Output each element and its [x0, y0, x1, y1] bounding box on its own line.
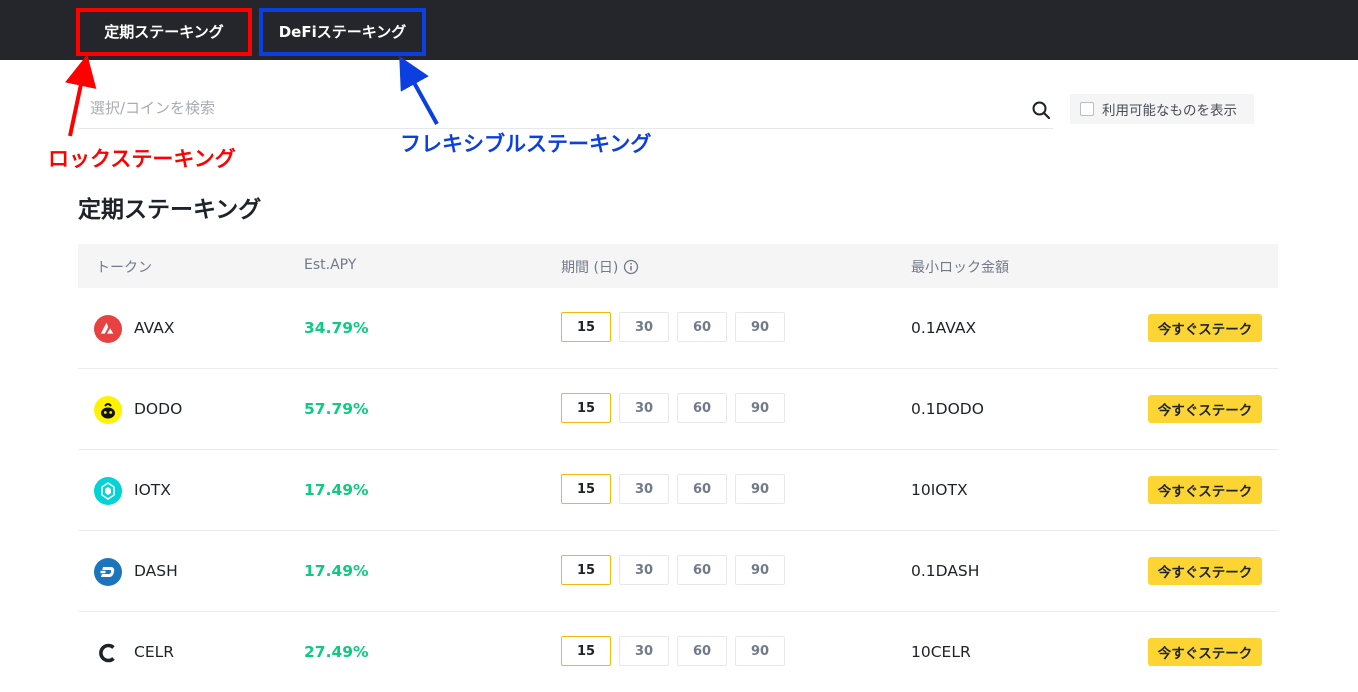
tab-defi-staking[interactable]: DeFiステーキング [259, 8, 426, 56]
coin-name: CELR [134, 643, 175, 661]
duration-option-15[interactable]: 15 [561, 555, 611, 585]
min-lock-amount: 0.1DASH [911, 562, 980, 580]
top-tab-bar: 定期ステーキング DeFiステーキング [0, 0, 1358, 60]
apy-value: 57.79% [304, 400, 369, 418]
annotation-flexible-staking: フレキシブルステーキング [400, 132, 652, 156]
show-available-checkbox[interactable] [1080, 102, 1094, 116]
header-token: トークン [96, 260, 152, 276]
duration-option-30[interactable]: 30 [619, 555, 669, 585]
duration-options: 15 30 60 90 [561, 393, 793, 423]
duration-option-60[interactable]: 60 [677, 474, 727, 504]
duration-option-60[interactable]: 60 [677, 555, 727, 585]
tab-fixed-staking[interactable]: 定期ステーキング [76, 8, 252, 56]
duration-option-90[interactable]: 90 [735, 312, 785, 342]
duration-option-15[interactable]: 15 [561, 636, 611, 666]
duration-options: 15 30 60 90 [561, 474, 793, 504]
dash-icon [94, 558, 122, 586]
duration-option-30[interactable]: 30 [619, 636, 669, 666]
coin-name: AVAX [134, 319, 175, 337]
tab-fixed-staking-label: 定期ステーキング [104, 23, 224, 41]
avax-icon [94, 315, 122, 343]
duration-option-60[interactable]: 60 [677, 312, 727, 342]
duration-option-15[interactable]: 15 [561, 474, 611, 504]
duration-option-15[interactable]: 15 [561, 393, 611, 423]
min-lock-amount: 0.1AVAX [911, 319, 977, 337]
apy-value: 17.49% [304, 481, 369, 499]
celr-icon [99, 643, 115, 663]
table-row: DASH 17.49% 15 30 60 90 0.1DASH 今すぐステーク [78, 531, 1278, 612]
search-bar [78, 90, 1053, 129]
search-icon[interactable] [1031, 100, 1051, 120]
info-icon[interactable] [623, 259, 639, 275]
show-available-label: 利用可能なものを表示 [1102, 103, 1237, 119]
table-row: IOTX 17.49% 15 30 60 90 10IOTX 今すぐステーク [78, 450, 1278, 531]
apy-value: 27.49% [304, 643, 369, 661]
duration-options: 15 30 60 90 [561, 555, 793, 585]
section-title: 定期ステーキング [78, 197, 262, 223]
dodo-icon [94, 396, 122, 424]
coin-name: DODO [134, 400, 183, 418]
duration-option-30[interactable]: 30 [619, 393, 669, 423]
duration-options: 15 30 60 90 [561, 636, 793, 666]
stake-now-button[interactable]: 今すぐステーク [1148, 557, 1262, 585]
staking-table-body: AVAX 34.79% 15 30 60 90 0.1AVAX 今すぐステーク … [78, 288, 1278, 692]
tab-defi-staking-label: DeFiステーキング [278, 23, 407, 41]
duration-option-60[interactable]: 60 [677, 636, 727, 666]
coin-name: IOTX [134, 481, 171, 499]
table-row: AVAX 34.79% 15 30 60 90 0.1AVAX 今すぐステーク [78, 288, 1278, 369]
header-min-lock: 最小ロック金額 [911, 260, 1009, 276]
duration-option-90[interactable]: 90 [735, 393, 785, 423]
stake-now-button[interactable]: 今すぐステーク [1148, 314, 1262, 342]
duration-option-90[interactable]: 90 [735, 555, 785, 585]
min-lock-amount: 10CELR [911, 643, 971, 661]
table-row: CELR 27.49% 15 30 60 90 10CELR 今すぐステーク [78, 612, 1278, 692]
show-available-filter[interactable]: 利用可能なものを表示 [1070, 94, 1254, 124]
duration-option-15[interactable]: 15 [561, 312, 611, 342]
duration-option-30[interactable]: 30 [619, 312, 669, 342]
duration-option-90[interactable]: 90 [735, 474, 785, 504]
duration-option-60[interactable]: 60 [677, 393, 727, 423]
coin-name: DASH [134, 562, 178, 580]
header-duration-label: 期間 (日) [561, 260, 619, 276]
min-lock-amount: 0.1DODO [911, 400, 984, 418]
apy-value: 17.49% [304, 562, 369, 580]
duration-option-30[interactable]: 30 [619, 474, 669, 504]
table-row: DODO 57.79% 15 30 60 90 0.1DODO 今すぐステーク [78, 369, 1278, 450]
stake-now-button[interactable]: 今すぐステーク [1148, 395, 1262, 423]
apy-value: 34.79% [304, 319, 369, 337]
stake-now-button[interactable]: 今すぐステーク [1148, 638, 1262, 666]
duration-options: 15 30 60 90 [561, 312, 793, 342]
iotx-icon [94, 477, 122, 505]
header-apy: Est.APY [304, 257, 357, 273]
table-header: トークン Est.APY 期間 (日) 最小ロック金額 [78, 244, 1278, 288]
annotation-lock-staking: ロックステーキング [48, 147, 236, 171]
duration-option-90[interactable]: 90 [735, 636, 785, 666]
stake-now-button[interactable]: 今すぐステーク [1148, 476, 1262, 504]
min-lock-amount: 10IOTX [911, 481, 968, 499]
search-input[interactable] [88, 98, 992, 118]
header-duration: 期間 (日) [561, 257, 639, 277]
